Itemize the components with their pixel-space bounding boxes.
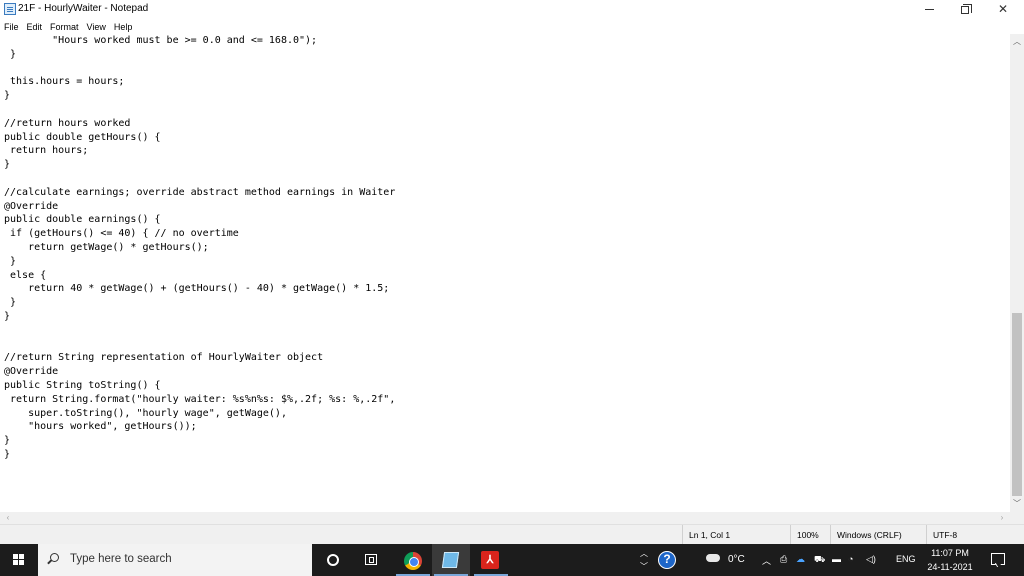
scroll-up-icon[interactable]: ︿ <box>1010 36 1024 48</box>
taskbar-clock[interactable]: 11:07 PM 24-11-2021 <box>922 544 978 576</box>
text-editor[interactable]: "Hours worked must be >= 0.0 and <= 168.… <box>0 34 1010 512</box>
notepad-taskbar-button[interactable] <box>432 544 470 576</box>
minimize-icon <box>924 9 934 11</box>
notification-icon <box>991 553 1005 565</box>
code-line[interactable]: return String.format("hourly waiter: %s%… <box>4 393 395 407</box>
help-icon: ? <box>658 551 676 569</box>
cortana-button[interactable] <box>314 544 352 576</box>
task-view-icon <box>365 554 377 565</box>
code-line[interactable] <box>4 324 395 338</box>
devices-icon[interactable]: ⛟ <box>814 554 825 566</box>
system-tray-icons: ︿ ⎙ ☁ ⛟ ▬ ◔ ◁) <box>762 544 892 576</box>
show-hidden-icons-icon[interactable]: ︿ <box>762 554 771 567</box>
code-line[interactable] <box>4 338 395 352</box>
taskbar: Type here to search ⅄ ︿ ﹀ ? 0°C ︿ ⎙ ☁ ⛟ … <box>0 544 1024 576</box>
status-line-ending: Windows (CRLF) <box>830 525 926 545</box>
help-tray-button[interactable]: ? <box>656 544 680 576</box>
code-line[interactable]: //calculate earnings; override abstract … <box>4 186 395 200</box>
scrollbar-corner <box>1010 512 1024 524</box>
acrobat-taskbar-button[interactable]: ⅄ <box>472 544 510 576</box>
language-label: ENG <box>896 554 916 564</box>
status-encoding: UTF-8 <box>926 525 1024 545</box>
taskbar-overflow-chevrons[interactable]: ︿ ﹀ <box>638 544 652 576</box>
weather-temperature: 0°C <box>728 554 745 565</box>
menu-edit[interactable]: Edit <box>27 20 43 34</box>
code-line[interactable]: return 40 * getWage() + (getHours() - 40… <box>4 282 395 296</box>
status-zoom: 100% <box>790 525 830 545</box>
code-line[interactable]: @Override <box>4 365 395 379</box>
chrome-icon <box>404 552 422 570</box>
horizontal-scrollbar[interactable]: ‹ › <box>0 512 1010 524</box>
start-button[interactable] <box>0 544 38 576</box>
vertical-scrollbar[interactable]: ︿ ﹀ <box>1010 34 1024 512</box>
code-line[interactable]: @Override <box>4 200 395 214</box>
chevron-down-icon: ﹀ <box>640 562 648 571</box>
code-line[interactable]: this.hours = hours; <box>4 75 395 89</box>
acrobat-icon: ⅄ <box>481 551 499 569</box>
code-line[interactable]: else { <box>4 269 395 283</box>
menu-bar: File Edit Format View Help <box>0 20 132 34</box>
code-line[interactable]: return getWage() * getHours(); <box>4 241 395 255</box>
cloud-icon <box>706 554 720 562</box>
status-bar: Ln 1, Col 1 100% Windows (CRLF) UTF-8 <box>0 524 1024 545</box>
title-bar: 21F - HourlyWaiter - Notepad ✕ <box>0 0 1024 20</box>
menu-help[interactable]: Help <box>114 20 133 34</box>
close-button[interactable]: ✕ <box>984 0 1022 20</box>
notepad-icon <box>441 552 460 568</box>
taskbar-search-box[interactable]: Type here to search <box>38 544 312 576</box>
menu-file[interactable]: File <box>4 20 19 34</box>
code-line[interactable]: } <box>4 89 395 103</box>
code-line[interactable]: if (getHours() <= 40) { // no overtime <box>4 227 395 241</box>
code-line[interactable]: } <box>4 434 395 448</box>
code-line[interactable]: "Hours worked must be >= 0.0 and <= 168.… <box>4 34 395 48</box>
scroll-right-icon[interactable]: › <box>996 512 1008 524</box>
code-line[interactable]: public double getHours() { <box>4 131 395 145</box>
notepad-app-icon <box>4 3 16 15</box>
battery-icon[interactable]: ▬ <box>832 554 841 564</box>
restore-icon <box>961 3 972 14</box>
code-line[interactable]: } <box>4 255 395 269</box>
windows-logo-icon <box>13 554 25 566</box>
code-line[interactable]: } <box>4 296 395 310</box>
notification-center-button[interactable] <box>984 544 1012 576</box>
code-line[interactable]: //return String representation of Hourly… <box>4 351 395 365</box>
code-line[interactable]: public String toString() { <box>4 379 395 393</box>
chrome-taskbar-button[interactable] <box>394 544 432 576</box>
status-position: Ln 1, Col 1 <box>682 525 790 545</box>
code-text[interactable]: "Hours worked must be >= 0.0 and <= 168.… <box>4 34 395 462</box>
code-line[interactable]: super.toString(), "hourly wage", getWage… <box>4 407 395 421</box>
code-line[interactable]: public double earnings() { <box>4 213 395 227</box>
window-title: 21F - HourlyWaiter - Notepad <box>18 3 149 14</box>
onedrive-icon[interactable]: ☁ <box>796 554 805 565</box>
search-placeholder: Type here to search <box>70 553 172 565</box>
scroll-left-icon[interactable]: ‹ <box>2 512 14 524</box>
code-line[interactable] <box>4 62 395 76</box>
task-view-button[interactable] <box>352 544 390 576</box>
code-line[interactable]: } <box>4 310 395 324</box>
vertical-scroll-thumb[interactable] <box>1012 313 1022 496</box>
code-line[interactable] <box>4 172 395 186</box>
menu-view[interactable]: View <box>87 20 106 34</box>
usb-device-icon[interactable]: ⎙ <box>780 554 787 565</box>
code-line[interactable]: //return hours worked <box>4 117 395 131</box>
input-language-indicator[interactable]: ENG <box>896 544 920 576</box>
search-icon <box>50 553 59 562</box>
code-line[interactable] <box>4 103 395 117</box>
wifi-icon[interactable]: ◔ <box>848 554 853 564</box>
code-line[interactable]: return hours; <box>4 144 395 158</box>
code-line[interactable]: } <box>4 448 395 462</box>
code-line[interactable]: "hours worked", getHours()); <box>4 420 395 434</box>
code-line[interactable]: } <box>4 48 395 62</box>
volume-icon[interactable]: ◁) <box>866 554 876 565</box>
weather-widget[interactable]: 0°C <box>704 544 750 576</box>
chevron-up-icon: ︿ <box>640 549 648 558</box>
cortana-icon <box>327 554 339 566</box>
code-line[interactable]: } <box>4 158 395 172</box>
scroll-down-icon[interactable]: ﹀ <box>1010 498 1024 510</box>
clock-date: 24-11-2021 <box>927 562 973 572</box>
minimize-button[interactable] <box>910 0 948 20</box>
restore-button[interactable] <box>946 0 984 20</box>
menu-format[interactable]: Format <box>50 20 79 34</box>
clock-time: 11:07 PM <box>931 548 969 558</box>
